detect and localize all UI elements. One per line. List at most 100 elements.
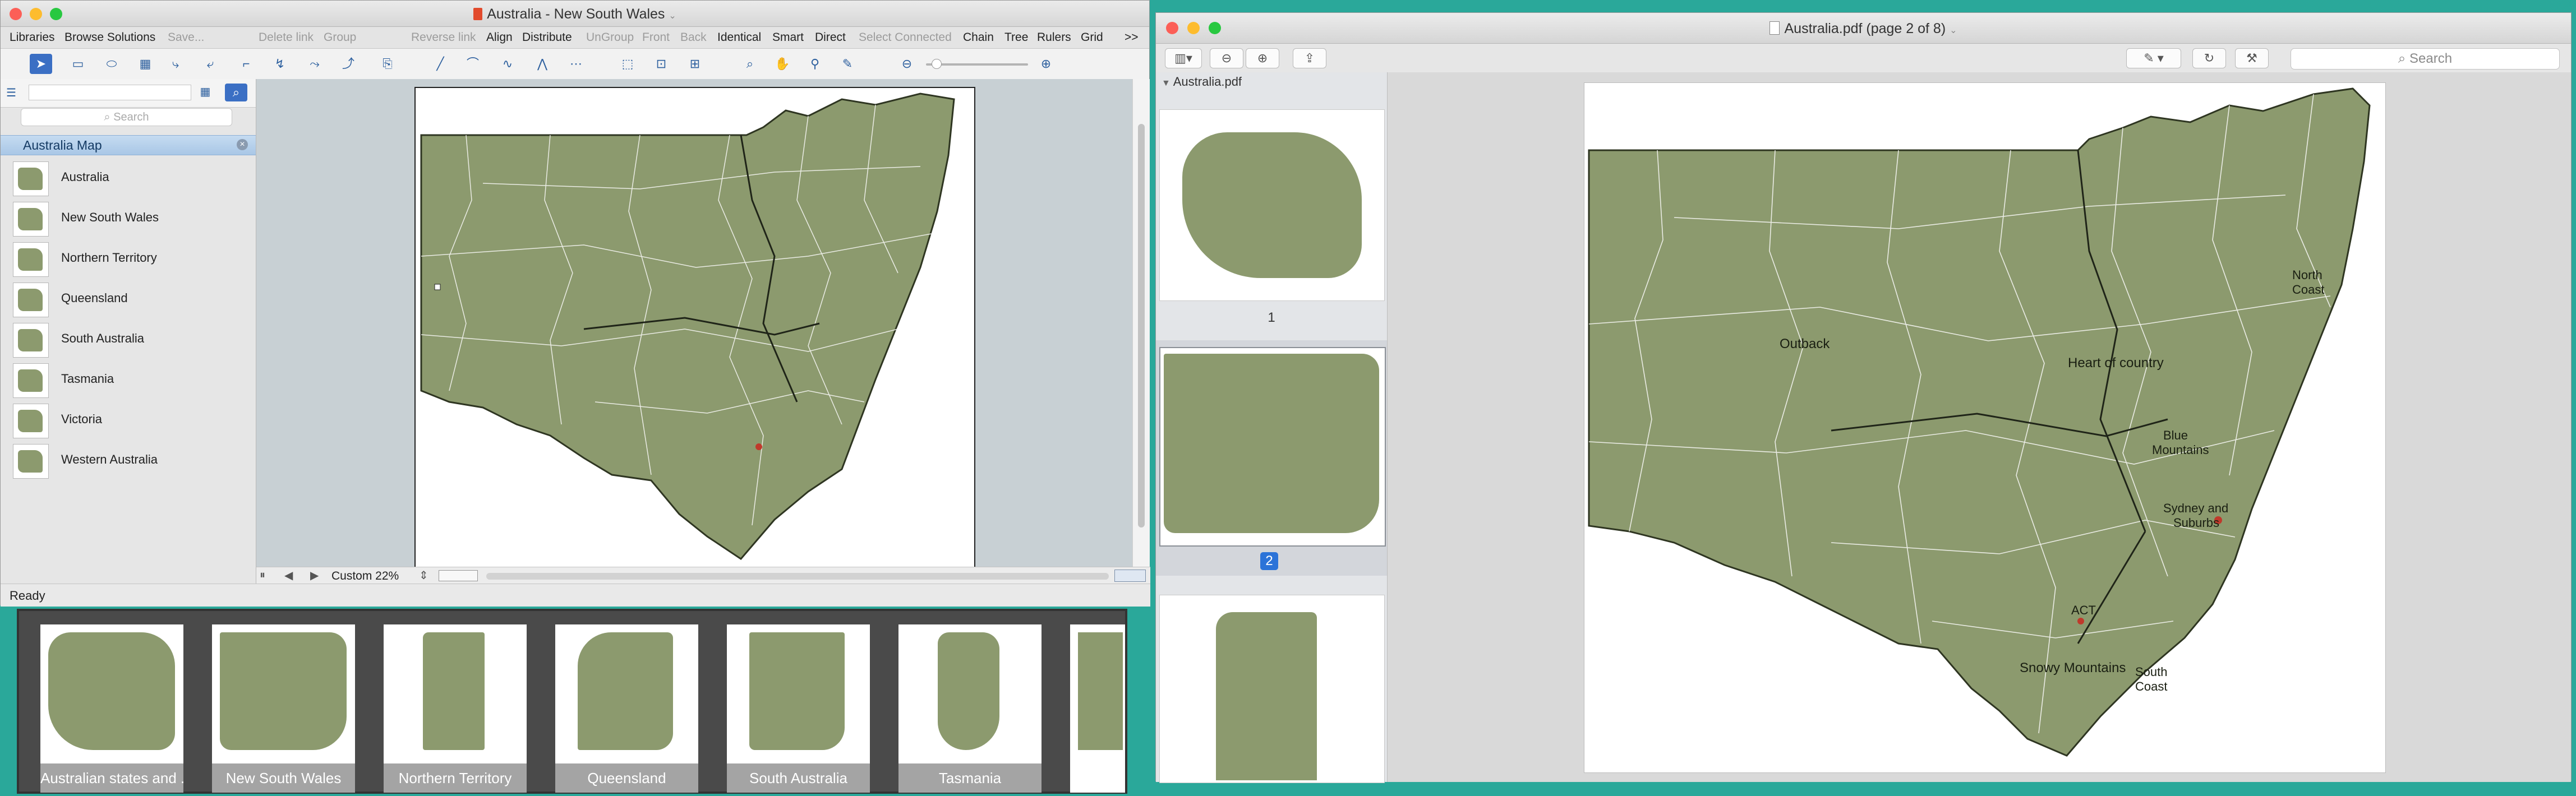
library-item[interactable]: Queensland <box>1 279 256 319</box>
template-thumbnail[interactable]: Australian states and ... <box>40 624 183 793</box>
library-item[interactable]: Australia <box>1 158 256 198</box>
menu-front[interactable]: Front <box>642 31 670 44</box>
menu-reverse-link[interactable]: Reverse link <box>411 31 476 44</box>
menu-group[interactable]: Group <box>324 31 356 44</box>
menu-browse-solutions[interactable]: Browse Solutions <box>64 31 155 44</box>
rotate-icon[interactable]: ↻ <box>2192 48 2226 68</box>
page-thumbnail-3[interactable] <box>1159 595 1385 783</box>
group-edit-icon[interactable]: ⊞ <box>684 54 706 74</box>
template-thumbnail[interactable]: Tasmania <box>898 624 1042 793</box>
zoom-level-select[interactable]: Custom 22% <box>331 570 399 583</box>
library-item[interactable]: South Australia <box>1 319 256 359</box>
round-connector-icon[interactable]: ↯ <box>269 54 291 74</box>
horizontal-scrollbar[interactable] <box>486 573 1109 580</box>
rectangle-tool-icon[interactable]: ▭ <box>67 54 89 74</box>
file-heading[interactable]: ▼ Australia.pdf <box>1162 75 1242 89</box>
template-thumbnail[interactable] <box>1070 624 1125 793</box>
library-list-icon[interactable]: ☰ <box>6 86 23 99</box>
eyedropper-icon[interactable]: ✎ <box>836 54 859 74</box>
select-arrow-icon[interactable]: ➤ <box>30 54 52 74</box>
nsw-map-drawing[interactable] <box>416 88 972 568</box>
menu-overflow[interactable]: >> <box>1125 31 1139 44</box>
template-thumbnail[interactable]: New South Wales <box>212 624 355 793</box>
markup-pen-icon[interactable]: ✎ ▾ <box>2126 48 2181 68</box>
ellipse-tool-icon[interactable]: ⬭ <box>100 54 123 74</box>
template-thumbnail[interactable]: Queensland <box>555 624 698 793</box>
menu-distribute[interactable]: Distribute <box>522 31 572 44</box>
canvas-vertical-scrollbar[interactable] <box>1132 79 1150 567</box>
arc-tool-icon[interactable]: ⌒ <box>462 54 484 74</box>
canvas-page[interactable] <box>414 87 975 571</box>
zoom-tool-icon[interactable]: ⌕ <box>739 54 761 74</box>
zoom-slider-knob[interactable] <box>932 59 942 69</box>
scroll-thumb[interactable] <box>1138 124 1145 527</box>
orthogonal-connector-icon[interactable]: ⌐ <box>235 54 257 74</box>
template-thumbnail[interactable]: Northern Territory <box>384 624 527 793</box>
chain-connector-icon[interactable]: ⤳ <box>303 54 326 74</box>
menu-libraries[interactable]: Libraries <box>10 31 55 44</box>
pdf-viewer[interactable]: Outback Heart of country North Coast Blu… <box>1388 72 2571 782</box>
library-filter-field[interactable] <box>29 85 191 100</box>
menu-delete-link[interactable]: Delete link <box>259 31 314 44</box>
menu-smart[interactable]: Smart <box>772 31 804 44</box>
polyline-tool-icon[interactable]: ⋀ <box>531 54 554 74</box>
library-item[interactable]: Northern Territory <box>1 238 256 279</box>
menu-identical[interactable]: Identical <box>717 31 761 44</box>
hand-tool-icon[interactable]: ✋ <box>771 54 794 74</box>
library-item[interactable]: Victoria <box>1 400 256 440</box>
library-item[interactable]: Western Australia <box>1 440 256 480</box>
line-tool-icon[interactable]: ╱ <box>429 54 451 74</box>
menu-ungroup[interactable]: UnGroup <box>586 31 634 44</box>
toolbox-icon[interactable]: ⚒ <box>2235 48 2269 68</box>
stamp-tool-icon[interactable]: ⚲ <box>804 54 826 74</box>
pdf-page[interactable]: Outback Heart of country North Coast Blu… <box>1584 82 2386 773</box>
spline-tool-icon[interactable]: ⋯ <box>565 54 587 74</box>
library-header[interactable]: Australia Map × <box>1 135 256 155</box>
connector-tool-icon[interactable]: ⤷ <box>164 54 187 74</box>
menu-tree[interactable]: Tree <box>1004 31 1028 44</box>
tree-connector-icon[interactable]: ⤴ <box>337 54 360 74</box>
search-icon[interactable]: ⌕ <box>225 84 247 101</box>
stepper-icon[interactable]: ⇕ <box>419 568 428 582</box>
bezier-tool-icon[interactable]: ∿ <box>496 54 519 74</box>
library-item[interactable]: New South Wales <box>1 198 256 238</box>
zoom-out-icon[interactable]: ⊖ <box>896 54 918 74</box>
previous-page-icon[interactable]: ◀ <box>284 568 293 582</box>
library-search-input[interactable]: ⌕ Search <box>21 108 232 126</box>
zoom-in-icon[interactable]: ⊕ <box>1246 48 1279 68</box>
zoom-in-icon[interactable]: ⊕ <box>1035 54 1057 74</box>
chevron-down-icon[interactable]: ⌄ <box>1950 26 1957 35</box>
disclosure-triangle-icon[interactable]: ▼ <box>1162 78 1171 88</box>
drawing-canvas[interactable] <box>256 79 1138 571</box>
zoom-slider[interactable] <box>926 59 1028 69</box>
library-item[interactable]: Tasmania <box>1 359 256 400</box>
menu-select-connected[interactable]: Select Connected <box>859 31 952 44</box>
menu-chain[interactable]: Chain <box>963 31 994 44</box>
menu-grid[interactable]: Grid <box>1081 31 1103 44</box>
fit-view-icon[interactable] <box>1114 570 1146 582</box>
menu-back[interactable]: Back <box>680 31 707 44</box>
menu-align[interactable]: Align <box>486 31 513 44</box>
node-edit-icon[interactable]: ⬚ <box>616 54 639 74</box>
pause-icon[interactable]: ⏸ <box>260 569 265 582</box>
page-thumbnail-1[interactable] <box>1159 109 1385 301</box>
table-tool-icon[interactable]: ▦ <box>134 54 156 74</box>
smart-connector-icon[interactable]: ⤶ <box>199 54 222 74</box>
sidebar-toggle-icon[interactable]: ▥▾ <box>1165 48 1202 68</box>
tas-shape-icon <box>13 363 49 398</box>
template-thumbnail[interactable]: South Australia <box>727 624 870 793</box>
preview-search-field[interactable]: ⌕ Search <box>2291 48 2560 70</box>
menu-save[interactable]: Save... <box>168 31 204 44</box>
menu-rulers[interactable]: Rulers <box>1037 31 1071 44</box>
grid-view-icon[interactable]: ▦ <box>197 85 214 100</box>
share-icon[interactable]: ⇪ <box>1293 48 1326 68</box>
chevron-down-icon[interactable]: ⌄ <box>669 11 676 21</box>
zoom-out-icon[interactable]: ⊖ <box>1210 48 1243 68</box>
menu-direct[interactable]: Direct <box>815 31 846 44</box>
page-thumbnail-2[interactable] <box>1159 347 1386 547</box>
insert-shape-icon[interactable]: ⎘ <box>376 54 399 74</box>
page-layout-icon[interactable] <box>439 570 478 581</box>
next-page-icon[interactable]: ▶ <box>310 568 319 582</box>
close-library-icon[interactable]: × <box>237 139 248 150</box>
crop-icon[interactable]: ⊡ <box>650 54 672 74</box>
